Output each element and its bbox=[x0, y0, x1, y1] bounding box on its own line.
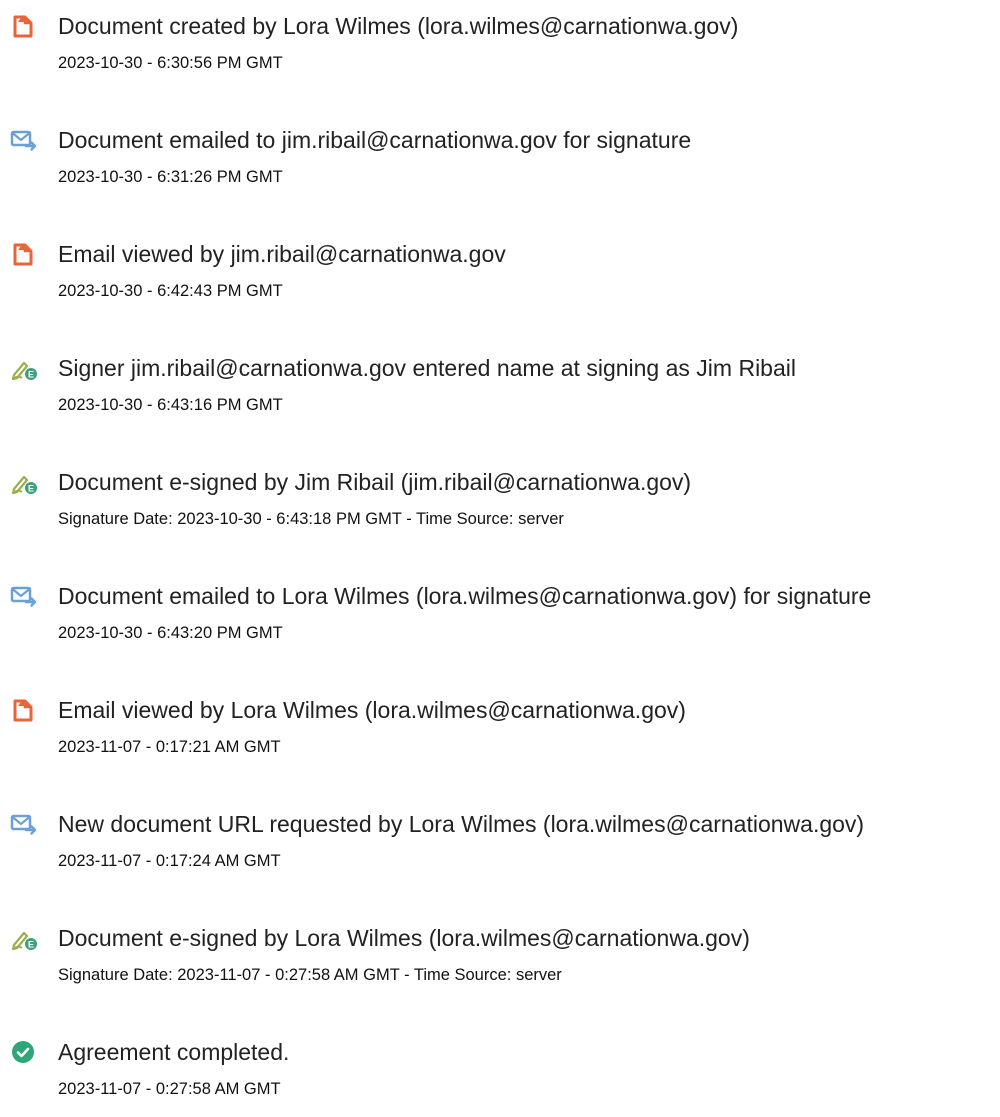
audit-event: Document created by Lora Wilmes (lora.wi… bbox=[0, 11, 1000, 91]
svg-text:E: E bbox=[28, 484, 34, 494]
event-title: Agreement completed. bbox=[58, 1039, 290, 1065]
document-created-icon bbox=[10, 13, 38, 39]
audit-event: Email viewed by Lora Wilmes (lora.wilmes… bbox=[0, 695, 1000, 775]
event-title: Document emailed to Lora Wilmes (lora.wi… bbox=[58, 583, 872, 609]
audit-event: E Document e-signed by Lora Wilmes (lora… bbox=[0, 923, 1000, 1003]
event-title: Document e-signed by Jim Ribail (jim.rib… bbox=[58, 469, 692, 495]
event-title: Signer jim.ribail@carnationwa.gov entere… bbox=[58, 355, 796, 381]
event-signature-date: Signature Date: 2023-11-07 - 0:27:58 AM … bbox=[58, 966, 562, 984]
email-sent-icon bbox=[10, 583, 38, 609]
event-title: Email viewed by Lora Wilmes (lora.wilmes… bbox=[58, 697, 686, 723]
event-title: Email viewed by jim.ribail@carnationwa.g… bbox=[58, 241, 506, 267]
document-viewed-icon bbox=[10, 241, 38, 267]
audit-event: Agreement completed. 2023-11-07 - 0:27:5… bbox=[0, 1037, 1000, 1117]
event-timestamp: 2023-11-07 - 0:17:21 AM GMT bbox=[58, 738, 281, 756]
audit-event: E Signer jim.ribail@carnationwa.gov ente… bbox=[0, 353, 1000, 433]
svg-text:E: E bbox=[28, 370, 34, 380]
email-sent-icon bbox=[10, 811, 38, 837]
audit-event: Document emailed to jim.ribail@carnation… bbox=[0, 125, 1000, 205]
event-timestamp: 2023-10-30 - 6:43:20 PM GMT bbox=[58, 624, 283, 642]
event-title: Document e-signed by Lora Wilmes (lora.w… bbox=[58, 925, 750, 951]
event-timestamp: 2023-10-30 - 6:43:16 PM GMT bbox=[58, 396, 283, 414]
audit-event: Email viewed by jim.ribail@carnationwa.g… bbox=[0, 239, 1000, 319]
event-timestamp: 2023-10-30 - 6:30:56 PM GMT bbox=[58, 54, 283, 72]
event-title: Document emailed to jim.ribail@carnation… bbox=[58, 127, 692, 153]
e-sign-icon: E bbox=[10, 469, 38, 495]
event-timestamp: 2023-10-30 - 6:31:26 PM GMT bbox=[58, 168, 283, 186]
svg-text:E: E bbox=[28, 940, 34, 950]
document-viewed-icon bbox=[10, 697, 38, 723]
event-timestamp: 2023-10-30 - 6:42:43 PM GMT bbox=[58, 282, 283, 300]
event-timestamp: 2023-11-07 - 0:17:24 AM GMT bbox=[58, 852, 281, 870]
audit-event: E Document e-signed by Jim Ribail (jim.r… bbox=[0, 467, 1000, 547]
e-sign-icon: E bbox=[10, 355, 38, 381]
audit-event: New document URL requested by Lora Wilme… bbox=[0, 809, 1000, 889]
email-sent-icon bbox=[10, 127, 38, 153]
event-signature-date: Signature Date: 2023-10-30 - 6:43:18 PM … bbox=[58, 510, 564, 528]
event-timestamp: 2023-11-07 - 0:27:58 AM GMT bbox=[58, 1080, 281, 1098]
event-title: Document created by Lora Wilmes (lora.wi… bbox=[58, 13, 739, 39]
audit-event: Document emailed to Lora Wilmes (lora.wi… bbox=[0, 581, 1000, 661]
e-sign-icon: E bbox=[10, 925, 38, 951]
event-title: New document URL requested by Lora Wilme… bbox=[58, 811, 865, 837]
check-circle-icon bbox=[10, 1039, 38, 1065]
